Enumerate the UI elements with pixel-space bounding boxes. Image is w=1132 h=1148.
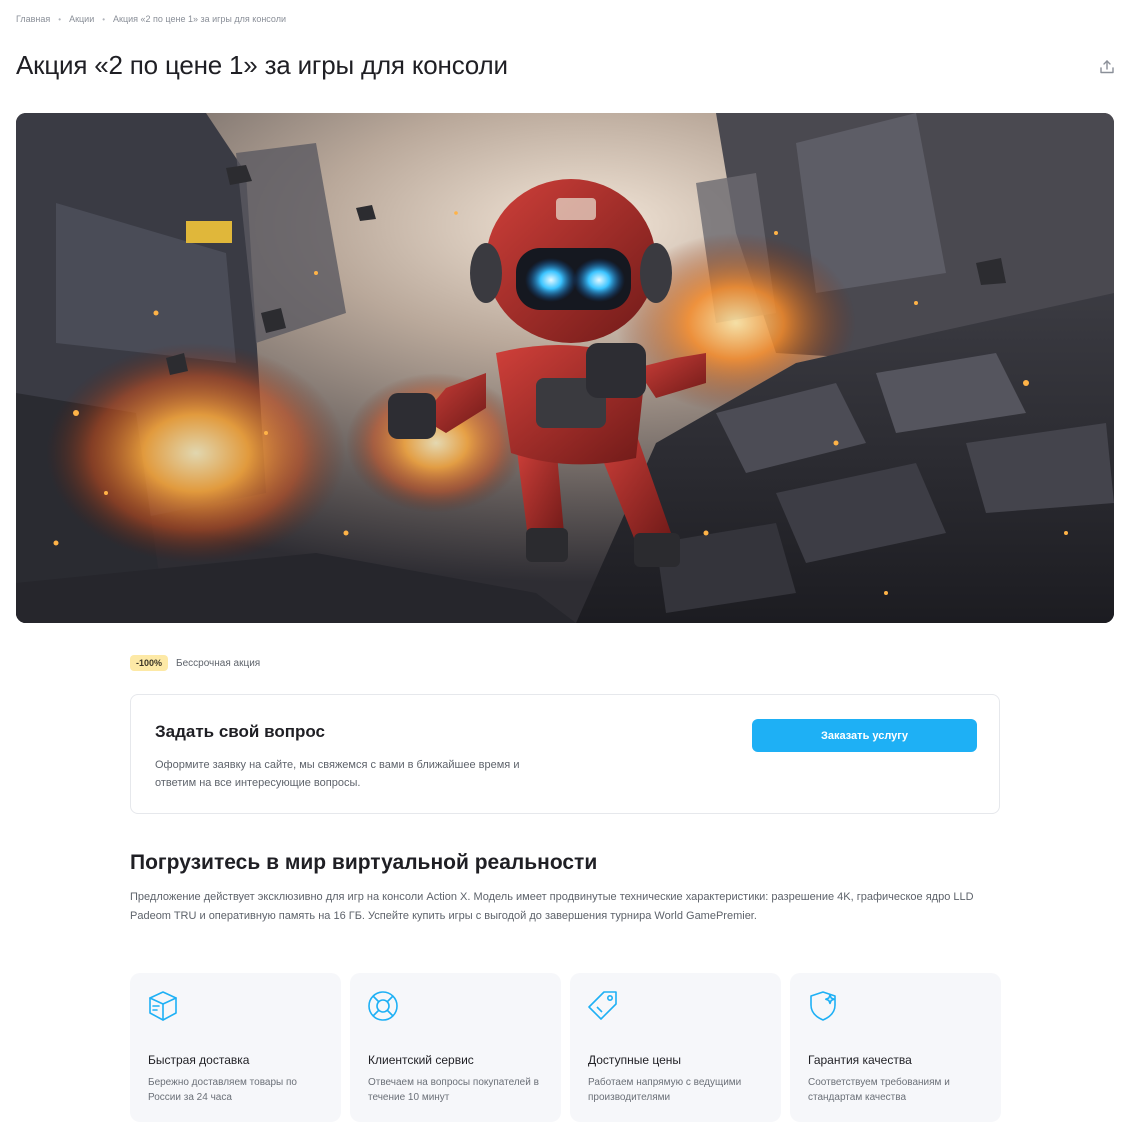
- feature-card-quality: Гарантия качества Соответствуем требован…: [790, 973, 1001, 1122]
- promo-meta: -100% Бессрочная акция: [130, 655, 260, 671]
- promo-duration: Бессрочная акция: [176, 657, 261, 669]
- breadcrumb-separator: •: [102, 14, 106, 24]
- share-button[interactable]: [1096, 56, 1118, 78]
- box-icon: [149, 991, 177, 1021]
- feature-title: Клиентский сервис: [368, 1053, 474, 1067]
- discount-badge: -100%: [130, 655, 169, 671]
- order-service-button[interactable]: Заказать услугу: [752, 719, 977, 752]
- features-list: Быстрая доставка Бережно доставляем това…: [130, 973, 1001, 1122]
- feature-text: Соответствуем требованиям и стандартам к…: [808, 1077, 950, 1103]
- price-tag-icon: [588, 991, 617, 1020]
- feature-title: Доступные цены: [588, 1053, 681, 1067]
- breadcrumb-promotions[interactable]: Акции: [69, 14, 94, 24]
- feature-text: Работаем напрямую с ведущими производите…: [588, 1077, 742, 1103]
- section-text: Предложение действует эксклюзивно для иг…: [130, 891, 974, 922]
- shield-star-icon: [810, 991, 836, 1021]
- hero-image: [16, 113, 1114, 623]
- page-title: Акция «2 по цене 1» за игры для консоли: [16, 50, 508, 80]
- breadcrumb-separator: •: [58, 14, 62, 24]
- feature-text: Бережно доставляем товары по России за 2…: [148, 1077, 297, 1103]
- question-text: Оформите заявку на сайте, мы свяжемся с …: [155, 759, 520, 789]
- feature-card-delivery: Быстрая доставка Бережно доставляем това…: [130, 973, 341, 1122]
- breadcrumb-home[interactable]: Главная: [16, 14, 50, 24]
- share-upload-icon: [1100, 60, 1114, 74]
- lifebuoy-icon: [368, 991, 398, 1021]
- feature-text: Отвечаем на вопросы покупателей в течени…: [368, 1077, 539, 1103]
- breadcrumb: Главная • Акции • Акция «2 по цене 1» за…: [16, 14, 286, 24]
- question-title: Задать свой вопрос: [155, 722, 325, 741]
- feature-title: Гарантия качества: [808, 1053, 912, 1067]
- section-title: Погрузитесь в мир виртуальной реальности: [130, 851, 598, 874]
- feature-title: Быстрая доставка: [148, 1053, 250, 1067]
- feature-card-prices: Доступные цены Работаем напрямую с ведущ…: [570, 973, 781, 1122]
- breadcrumb-current: Акция «2 по цене 1» за игры для консоли: [113, 14, 286, 24]
- question-card: Задать свой вопрос Оформите заявку на са…: [130, 694, 1000, 814]
- feature-card-service: Клиентский сервис Отвечаем на вопросы по…: [350, 973, 561, 1122]
